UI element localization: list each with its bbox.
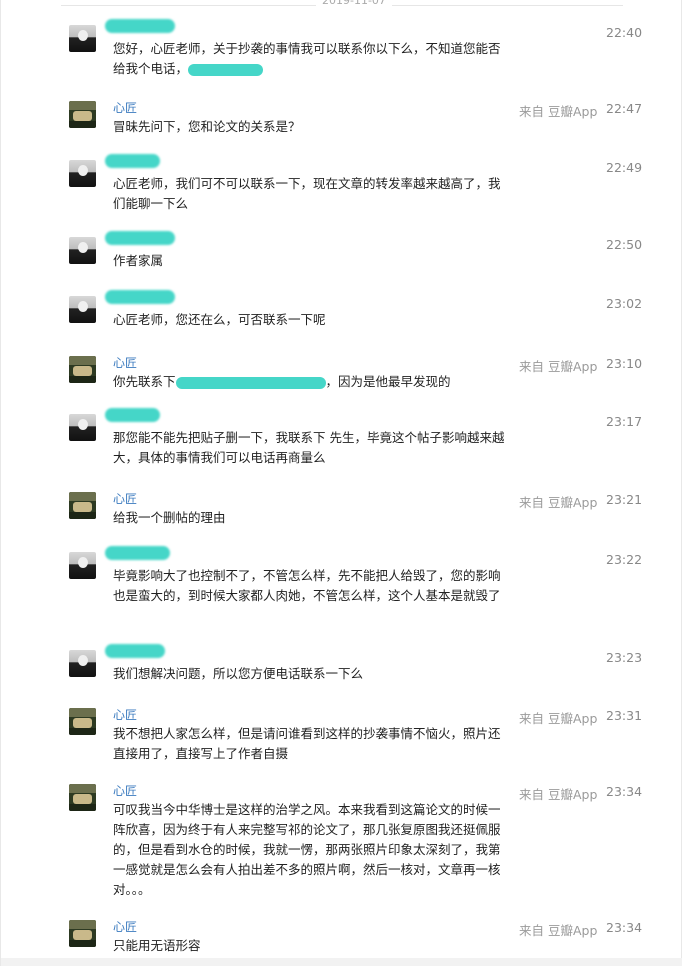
sender-name[interactable]: 心匠 xyxy=(113,354,137,371)
sender-name[interactable]: 心匠 xyxy=(113,782,137,799)
message-time: 22:40 xyxy=(606,25,643,40)
message-text: 冒昧先问下，您和论文的关系是？ xyxy=(113,119,301,134)
message-time: 23:23 xyxy=(606,650,643,665)
avatar[interactable] xyxy=(69,296,96,323)
redacted-name xyxy=(105,290,175,304)
message-text: 我不想把人家怎么样，但是请问谁看到这样的抄袭事情不恼火，照片还直接用了，直接写上… xyxy=(113,726,501,761)
bottom-bar xyxy=(1,958,682,966)
message-text: 您好，心匠老师，关于抄袭的事情我可以联系你以下么，不知道您能否给我个电话， xyxy=(113,41,501,76)
message-text: 心匠老师，我们可不可以联系一下，现在文章的转发率越来越高了，我们能聊一下么 xyxy=(113,176,501,211)
message-time: 22:49 xyxy=(606,160,643,175)
message-text: 那您能不能先把贴子删一下，我联系下 先生，毕竟这个帖子影响越来越大，具体的事情我… xyxy=(113,430,505,465)
redacted-name xyxy=(105,154,160,168)
redacted-name xyxy=(105,19,175,33)
message-text: 作者家属 xyxy=(113,253,164,268)
redacted-name xyxy=(105,644,165,658)
message-source: 来自 豆瓣App xyxy=(519,711,598,726)
message-time: 23:02 xyxy=(606,296,643,311)
message-time: 22:47 xyxy=(606,101,643,116)
redacted-phone xyxy=(188,63,264,76)
avatar[interactable] xyxy=(69,414,96,441)
message-text: 给我一个删帖的理由 xyxy=(113,510,226,525)
date-header: 2019-11-07 xyxy=(1,0,682,12)
avatar[interactable] xyxy=(69,356,96,383)
date-label: 2019-11-07 xyxy=(316,0,392,7)
message-text: 心匠老师，您还在么，可否联系一下呢 xyxy=(113,312,326,327)
message-time: 23:17 xyxy=(606,414,643,429)
avatar[interactable] xyxy=(69,237,96,264)
message-text: 只能用无语形容 xyxy=(113,938,201,953)
message-time: 23:31 xyxy=(606,708,643,723)
message-source: 来自 豆瓣App xyxy=(519,359,598,374)
redacted-contact xyxy=(175,376,326,389)
message-text: 我们想解决问题，所以您方便电话联系一下么 xyxy=(113,666,364,681)
avatar[interactable] xyxy=(69,708,96,735)
message-time: 23:34 xyxy=(606,784,643,799)
avatar[interactable] xyxy=(69,492,96,519)
avatar[interactable] xyxy=(69,920,96,947)
message-source: 来自 豆瓣App xyxy=(519,923,598,938)
chat-page: 2019-11-07 您好，心匠老师，关于抄袭的事情我可以联系你以下么，不知道您… xyxy=(0,0,682,966)
message-source: 来自 豆瓣App xyxy=(519,787,598,802)
avatar[interactable] xyxy=(69,650,96,677)
message-source: 来自 豆瓣App xyxy=(519,104,598,119)
redacted-name xyxy=(105,546,170,560)
sender-name[interactable]: 心匠 xyxy=(113,490,137,507)
message-text: 你先联系下 ，因为是他最早发现的 xyxy=(113,374,451,389)
message-text: 毕竟影响大了也控制不了，不管怎么样，先不能把人给毁了，您的影响也是蛮大的，到时候… xyxy=(113,568,501,603)
message-time: 23:22 xyxy=(606,552,643,567)
sender-name[interactable]: 心匠 xyxy=(113,706,137,723)
redacted-name xyxy=(105,408,160,422)
message-text: 可叹我当今中华博士是这样的治学之风。本来我看到这篇论文的时候一阵欣喜，因为终于有… xyxy=(113,802,501,897)
message-time: 23:34 xyxy=(606,920,643,935)
avatar[interactable] xyxy=(69,160,96,187)
message-time: 22:50 xyxy=(606,237,643,252)
redacted-name xyxy=(105,231,175,245)
avatar[interactable] xyxy=(69,101,96,128)
message-time: 23:21 xyxy=(606,492,643,507)
avatar[interactable] xyxy=(69,784,96,811)
sender-name[interactable]: 心匠 xyxy=(113,918,137,935)
sender-name[interactable]: 心匠 xyxy=(113,99,137,116)
message-source: 来自 豆瓣App xyxy=(519,495,598,510)
avatar[interactable] xyxy=(69,552,96,579)
avatar[interactable] xyxy=(69,25,96,52)
message-time: 23:10 xyxy=(606,356,643,371)
